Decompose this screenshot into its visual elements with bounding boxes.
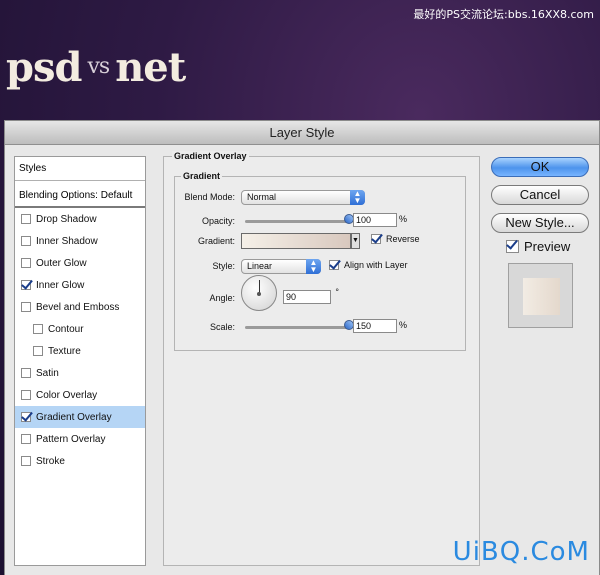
style-item-gradient-overlay[interactable]: Gradient Overlay	[15, 406, 145, 428]
style-preview	[508, 263, 573, 328]
checkbox-icon[interactable]	[21, 236, 31, 246]
scale-slider-track[interactable]	[245, 326, 349, 329]
group-title-gradient-overlay: Gradient Overlay	[172, 151, 249, 161]
watermark: UiBQ.CoM	[452, 537, 590, 567]
style-item-label: Drop Shadow	[36, 213, 97, 225]
gradient-group: Gradient Blend Mode: Normal ▲ ▼ Opacity: …	[174, 171, 466, 351]
style-item-bevel-and-emboss[interactable]: Bevel and Emboss	[15, 296, 145, 318]
style-item-inner-shadow[interactable]: Inner Shadow	[15, 230, 145, 252]
logo-vs: vs	[87, 54, 110, 79]
ok-button[interactable]: OK	[491, 157, 589, 177]
style-item-drop-shadow[interactable]: Drop Shadow	[15, 208, 145, 230]
blending-options[interactable]: Blending Options: Default	[15, 184, 145, 208]
gradient-label: Gradient:	[197, 236, 235, 246]
style-item-texture[interactable]: Texture	[15, 340, 145, 362]
align-checkbox[interactable]: Align with Layer	[329, 260, 408, 270]
style-preview-swatch	[523, 278, 560, 315]
reverse-label: Reverse	[386, 234, 420, 244]
preview-checkbox[interactable]: Preview	[506, 239, 570, 254]
checkbox-icon[interactable]	[21, 280, 31, 290]
cancel-button[interactable]: Cancel	[491, 185, 589, 205]
site-logo: psd vs net	[6, 44, 186, 91]
style-item-label: Inner Shadow	[36, 235, 98, 247]
angle-center-dot	[257, 292, 261, 296]
style-item-label: Pattern Overlay	[36, 433, 106, 445]
checkbox-icon[interactable]	[21, 434, 31, 444]
checkbox-icon[interactable]	[21, 368, 31, 378]
dialog-title: Layer Style	[5, 121, 599, 145]
group-title-gradient: Gradient	[181, 171, 223, 181]
updown-arrow-icon: ▲ ▼	[350, 190, 365, 205]
scale-label: Scale:	[209, 322, 235, 332]
align-label: Align with Layer	[344, 260, 408, 270]
opacity-slider-track[interactable]	[245, 220, 349, 223]
logo-net: net	[115, 44, 186, 91]
updown-arrow-icon: ▲ ▼	[306, 259, 321, 274]
top-banner-text: 最好的PS交流论坛:bbs.16XX8.com	[413, 8, 594, 21]
checkbox-icon[interactable]	[33, 324, 43, 334]
styles-list: Styles Blending Options: Default Drop Sh…	[14, 156, 146, 566]
style-item-label: Stroke	[36, 455, 65, 467]
scale-input[interactable]: 150	[353, 319, 397, 333]
style-label: Style:	[212, 261, 235, 271]
checkbox-icon[interactable]	[21, 302, 31, 312]
style-item-satin[interactable]: Satin	[15, 362, 145, 384]
opacity-label: Opacity:	[201, 216, 235, 226]
blend-mode-label: Blend Mode:	[184, 192, 235, 202]
checkbox-icon[interactable]	[21, 412, 31, 422]
style-select[interactable]: Linear ▲ ▼	[241, 259, 321, 274]
style-item-label: Satin	[36, 367, 59, 379]
new-style-button[interactable]: New Style...	[491, 213, 589, 233]
checkbox-icon[interactable]	[21, 456, 31, 466]
checkbox-icon[interactable]	[21, 214, 31, 224]
gradient-swatch[interactable]	[241, 233, 351, 249]
opacity-input[interactable]: 100	[353, 213, 397, 227]
gradient-dropdown-icon[interactable]: ▼	[351, 233, 360, 249]
style-item-label: Contour	[48, 323, 84, 335]
style-value: Linear	[247, 261, 273, 271]
logo-psd: psd	[6, 44, 82, 91]
angle-input[interactable]: 90	[283, 290, 331, 304]
angle-dial[interactable]	[241, 275, 277, 311]
angle-label: Angle:	[209, 293, 235, 303]
blend-mode-select[interactable]: Normal ▲ ▼	[241, 190, 365, 205]
opacity-percent: %	[399, 214, 408, 224]
scale-percent: %	[399, 320, 408, 330]
style-item-inner-glow[interactable]: Inner Glow	[15, 274, 145, 296]
style-item-contour[interactable]: Contour	[15, 318, 145, 340]
style-item-outer-glow[interactable]: Outer Glow	[15, 252, 145, 274]
reverse-checkbox[interactable]: Reverse	[371, 234, 420, 244]
layer-style-dialog: Layer Style Styles Blending Options: Def…	[4, 120, 600, 575]
style-item-color-overlay[interactable]: Color Overlay	[15, 384, 145, 406]
blend-mode-value: Normal	[247, 192, 277, 202]
style-item-stroke[interactable]: Stroke	[15, 450, 145, 472]
styles-header[interactable]: Styles	[15, 157, 145, 181]
checkbox-icon[interactable]	[33, 346, 43, 356]
checkbox-icon	[506, 240, 519, 253]
checkbox-icon	[371, 234, 381, 244]
style-item-pattern-overlay[interactable]: Pattern Overlay	[15, 428, 145, 450]
checkbox-icon[interactable]	[21, 390, 31, 400]
style-item-label: Color Overlay	[36, 389, 98, 401]
style-item-label: Texture	[48, 345, 81, 357]
preview-label: Preview	[524, 239, 571, 254]
checkbox-icon	[329, 260, 339, 270]
angle-degree: °	[335, 287, 339, 297]
style-item-label: Inner Glow	[36, 279, 85, 291]
style-item-label: Gradient Overlay	[36, 411, 112, 423]
gradient-overlay-panel: Gradient Overlay Gradient Blend Mode: No…	[163, 151, 480, 566]
checkbox-icon[interactable]	[21, 258, 31, 268]
style-item-label: Outer Glow	[36, 257, 87, 269]
style-item-label: Bevel and Emboss	[36, 301, 120, 313]
